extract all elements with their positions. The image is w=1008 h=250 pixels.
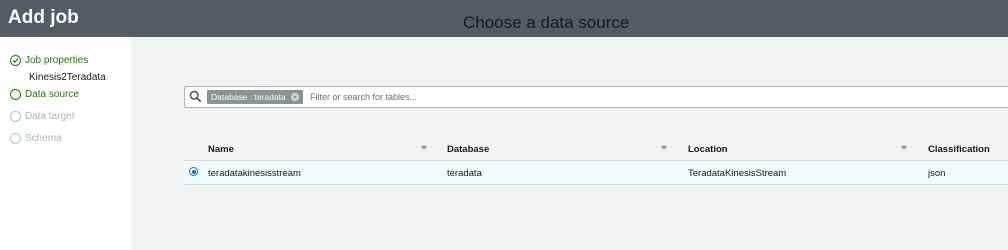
sort-caret-icon[interactable] [661,146,667,150]
cell-classification: json [928,168,946,179]
job-name-label: Kinesis2Teradata [29,72,106,83]
sort-caret-icon[interactable] [901,146,907,150]
check-circle-icon [10,55,21,66]
page-title: Add job [8,7,79,28]
search-icon [189,90,202,108]
circle-icon [10,133,21,144]
section-heading: Choose a data source [463,13,630,32]
step-label: Job properties [25,55,89,66]
circle-icon [10,111,21,122]
cell-name: teradatakinesisstream [208,168,301,179]
remove-token-icon[interactable] [290,93,299,101]
table-header: Name Database Location Classification [184,137,1008,161]
sort-caret-icon[interactable] [421,146,427,150]
step-label: Data target [25,111,75,122]
cell-location: TeradataKinesisStream [688,168,787,179]
step-label: Data source [25,89,79,100]
circle-icon [10,89,21,100]
step-label: Schema [25,133,62,144]
step-data-source[interactable]: Data source [10,89,79,100]
filter-token: Database : teradata [207,90,303,104]
step-job-properties[interactable]: Job properties [10,55,88,66]
column-header-database[interactable]: Database [447,144,489,155]
column-header-name[interactable]: Name [208,144,234,155]
row-select-radio[interactable] [189,167,198,176]
table-filter-search[interactable]: Database : teradata Filter or search for… [184,86,1008,108]
wizard-sidebar: Job properties Kinesis2Teradata Data sou… [0,37,131,250]
cell-database: teradata [447,168,482,179]
column-header-classification[interactable]: Classification [928,144,990,155]
filter-token-label: Database : teradata [211,92,286,102]
search-input[interactable]: Filter or search for tables... [310,92,417,102]
step-data-target: Data target [10,111,74,122]
tables-table: Name Database Location Classification te… [184,137,1008,185]
table-row[interactable]: teradatakinesisstream teradata TeradataK… [184,161,1008,185]
column-header-location[interactable]: Location [688,144,728,155]
step-schema: Schema [10,133,62,144]
